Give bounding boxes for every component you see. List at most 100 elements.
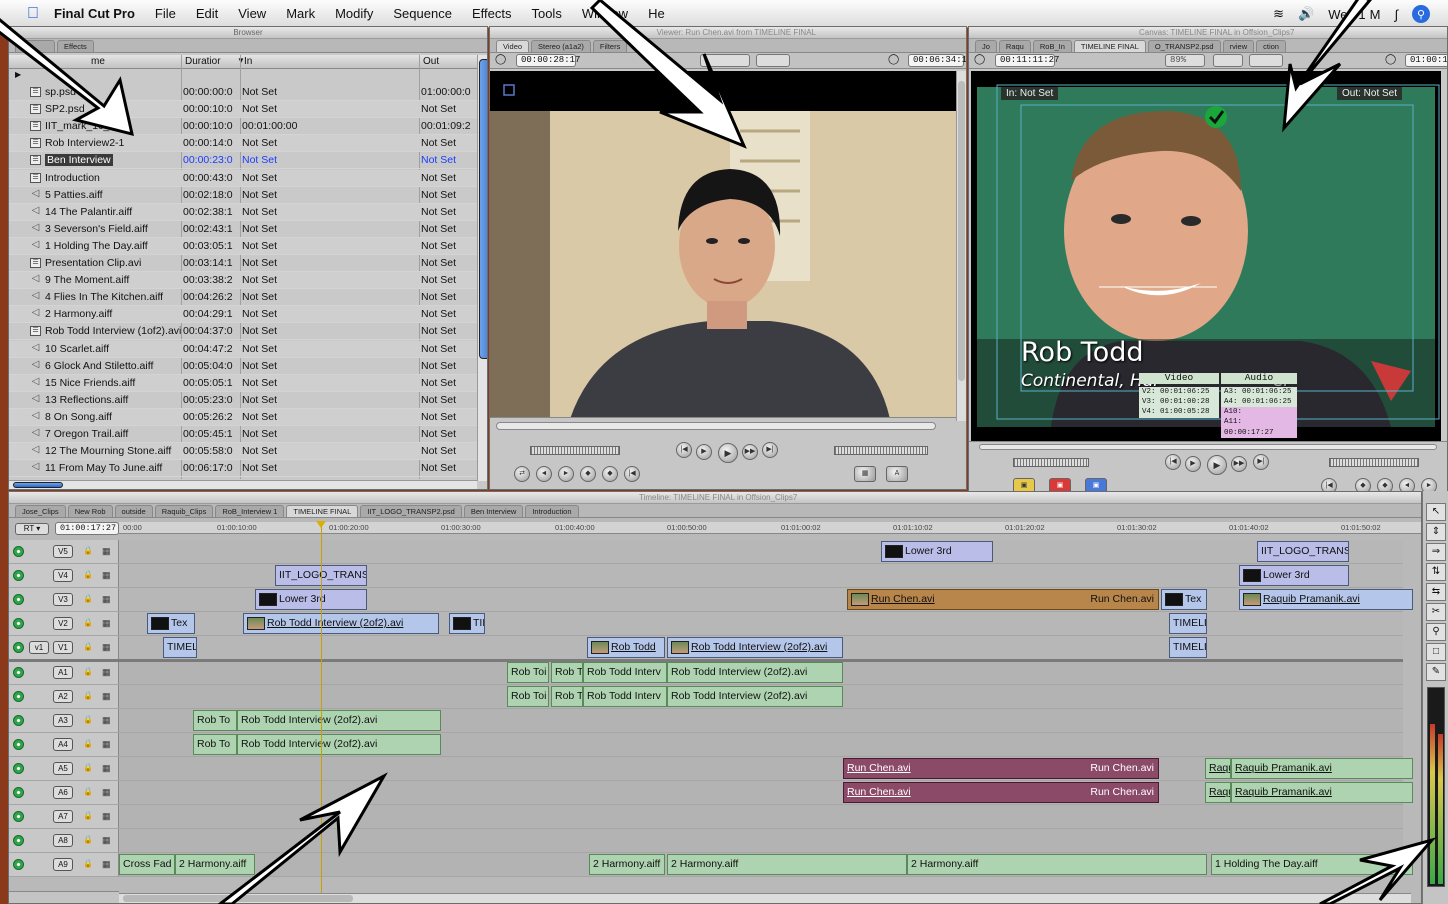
auto-select-icon[interactable]: ▦ [102,691,111,702]
browser-row[interactable]: ◁ 1 Holding The Day.aiff 00:03:05:1 Not Set… [9,237,477,255]
track-lock-icon[interactable]: 🔒 [83,715,93,724]
tab-timeline-sequence[interactable]: Introduction [525,505,579,517]
track-audible-icon[interactable] [13,715,24,726]
menu-modify[interactable]: Modify [325,0,383,28]
auto-select-icon[interactable]: ▦ [102,667,111,678]
audio-track[interactable]: A6 🔒 ▦ [9,781,1403,805]
browser-horizontal-scrollbar[interactable] [9,480,477,489]
track-audible-icon[interactable] [13,787,24,798]
tab-canvas-interview[interactable]: rview [1222,40,1255,52]
viewer-shuttle-slider[interactable] [530,446,620,455]
timeline-clip[interactable]: Rob Todd Interv [583,686,667,707]
timeline-clip[interactable]: Rob Todd Interv [583,662,667,683]
track-lock-icon[interactable]: 🔒 [83,667,93,676]
track-label[interactable]: V1 [53,641,73,654]
timeline-clip[interactable]: Raquib Pramanik.avi [1239,589,1413,610]
auto-select-icon[interactable]: ▦ [102,787,111,798]
track-audible-icon[interactable] [13,859,24,870]
browser-row[interactable]: ◁ 14 The Palantir.aiff 00:02:38:1 Not Set No… [9,203,477,221]
tab-video[interactable]: Video [496,40,530,52]
browser-row[interactable]: ◁ 12 The Mourning Stone.aiff 00:05:58:0 Not… [9,443,477,461]
viewer-vertical-scrollbar[interactable] [956,71,966,421]
viewer-duration-timecode[interactable]: 00:00:28:17 [516,54,580,67]
browser-row[interactable]: ☰ Introduction 00:00:43:0 Not Set Not Set [9,169,477,187]
menu-help[interactable]: He [638,0,675,28]
timeline-clip[interactable]: Rob Todd [587,637,665,658]
timeline-clip[interactable]: Rob Todd Interview (2of2).avi [243,613,439,634]
track-label[interactable]: V5 [53,545,73,558]
apple-icon[interactable]:  [22,0,44,28]
tab-canvas-introduction[interactable]: ction [1256,40,1286,52]
auto-select-icon[interactable]: ▦ [102,570,111,581]
edit-select-tool-icon[interactable]: ⇕ [1426,523,1446,541]
track-label[interactable]: A6 [53,786,73,799]
timeline-clip[interactable]: TIMEL [163,637,197,658]
timeline-clip[interactable]: Tex [1161,589,1207,610]
viewer-prev-edit-button[interactable]: |◀ [676,442,692,458]
tab-filters[interactable]: Filters [592,40,628,52]
timeline-playhead-marker-icon[interactable] [316,521,326,528]
timeline-clip[interactable]: Rob To [193,710,237,731]
auto-select-icon[interactable]: ▦ [102,546,111,557]
viewer-video[interactable] [490,71,956,419]
source-track-label[interactable]: v1 [29,641,49,654]
track-audible-icon[interactable] [13,739,24,750]
track-lock-icon[interactable]: 🔒 [83,618,93,627]
menu-effects[interactable]: Effects [462,0,522,28]
timeline-clip[interactable]: TIMELI [1169,613,1207,634]
menu-mark[interactable]: Mark [276,0,325,28]
auto-select-icon[interactable]: ▦ [102,739,111,750]
tab-stereo[interactable]: Stereo (a1a2) [531,40,591,52]
volume-icon[interactable]: 🔊 [1298,6,1314,22]
browser-row[interactable]: ☰ SP2.psd 00:00:10:0 Not Set Not Set [9,101,477,119]
canvas-shuttle-slider[interactable] [1013,458,1089,467]
auto-select-icon[interactable]: ▦ [102,859,111,870]
canvas-play-around-button[interactable]: ▶▶ [1231,456,1247,472]
timeline-clip[interactable]: Lower 3rd [881,541,993,562]
tab-canvas-logo[interactable]: O_TRANSP2.psd [1147,40,1221,52]
browser-row[interactable]: ◁ 7 Oregon Trail.aiff 00:05:45:1 Not Set Not… [9,426,477,443]
track-visibility-icon[interactable] [13,618,24,629]
auto-select-icon[interactable]: ▦ [102,618,111,629]
menu-edit[interactable]: Edit [186,0,228,28]
viewer-next-edit-button[interactable]: ▶| [762,442,778,458]
timeline-clip[interactable]: Rob Toi [507,662,549,683]
timeline-clip[interactable]: Rob Todd Interview (2of2).avi [667,637,843,658]
auto-select-icon[interactable]: ▦ [102,642,111,653]
timeline-clip[interactable]: Raqu [1205,758,1231,779]
track-label[interactable]: V4 [53,569,73,582]
video-track[interactable]: V4 🔒 ▦ [9,564,1403,588]
timeline-clip[interactable]: 1 Holding The Day.aiff [1211,854,1413,875]
bluetooth-icon[interactable]: ∫ [1394,7,1398,22]
browser-row[interactable]: ◁ 11 From May To June.aiff 00:06:17:0 Not S… [9,460,477,478]
viewer-play-around-button[interactable]: ▶▶ [742,444,758,460]
canvas-overlay-popup[interactable] [1249,54,1283,67]
tab-timeline-sequence[interactable]: Jose_Clips [15,505,66,517]
timeline-clip[interactable]: Rob Todd Interview (2of2).avi [667,662,843,683]
audio-track[interactable]: A5 🔒 ▦ [9,757,1403,781]
auto-select-icon[interactable]: ▦ [102,715,111,726]
timeline-clip[interactable]: Run Chen.avi Run Chen.avi [847,589,1159,610]
timeline-clip[interactable]: Rob To [193,734,237,755]
canvas-play-in-out-button[interactable]: ▶ [1185,456,1201,472]
timeline-clip[interactable]: Raquib Pramanik.avi [1231,758,1413,779]
browser-row[interactable]: ◁ 9 The Moment.aiff 00:03:38:2 Not Set Not S… [9,272,477,290]
tab-effects[interactable]: Effects [57,40,94,52]
viewer-zoom-popup[interactable] [700,54,750,67]
track-audible-icon[interactable] [13,691,24,702]
disclosure-triangle-icon[interactable]: ▶ [15,70,21,79]
track-label[interactable]: A7 [53,810,73,823]
browser-row[interactable]: ☰ IIT_mark_1c_...pg 00:00:10:0 00:01:00:00 0… [9,118,477,136]
viewer-scrubber[interactable] [496,422,936,430]
tab-browser-project[interactable] [15,40,55,52]
track-select-tool-icon[interactable]: ⇒ [1426,543,1446,561]
timeline-clip[interactable]: Lower 3rd [1239,565,1349,586]
track-lock-icon[interactable]: 🔒 [83,835,93,844]
timeline-clip[interactable]: Cross Fad [119,854,175,875]
canvas-duration-timecode[interactable]: 00:11:11:27 [995,54,1059,67]
track-label[interactable]: V3 [53,593,73,606]
column-name[interactable]: me [91,56,105,67]
track-lock-icon[interactable]: 🔒 [83,691,93,700]
timeline-clip[interactable]: Raquib Pramanik.avi [1231,782,1413,803]
timeline-clip[interactable]: Rob Todd Interview (2of2).avi [237,734,441,755]
